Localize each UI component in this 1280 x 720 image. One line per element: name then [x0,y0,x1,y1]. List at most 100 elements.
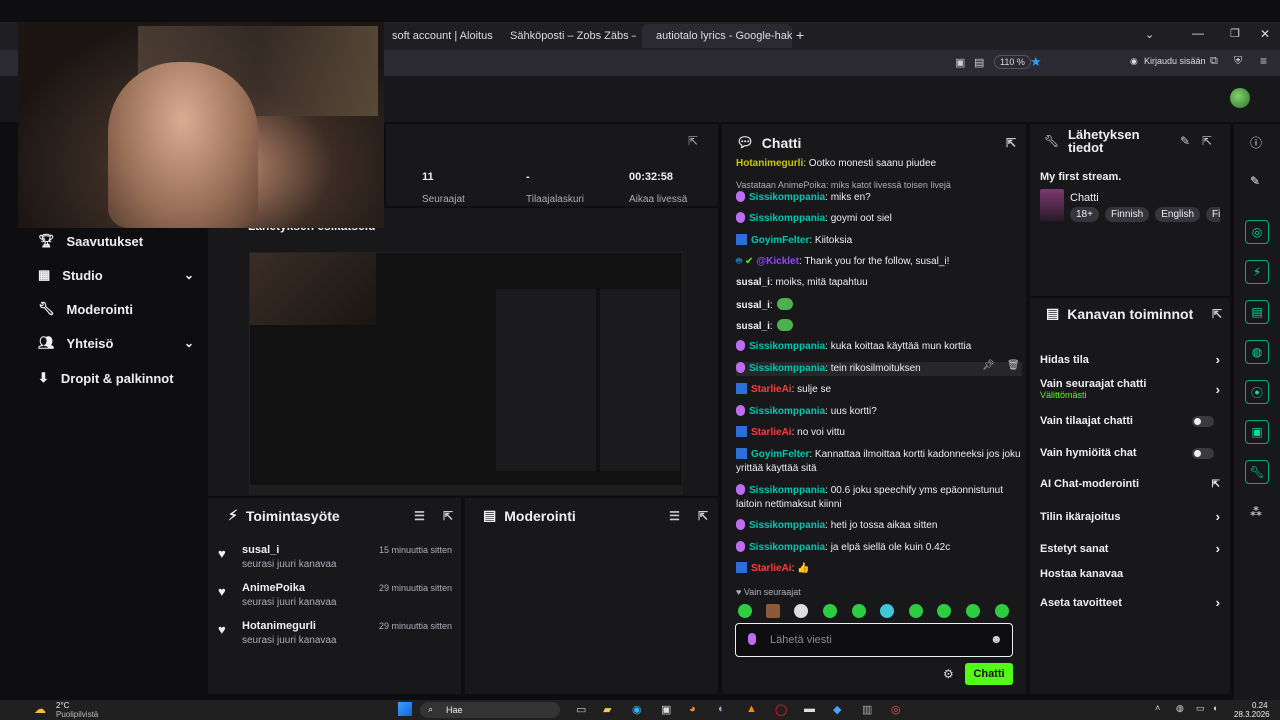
vlc-icon[interactable]: ▲ [746,703,757,715]
category-name[interactable]: Chatti [1070,192,1099,204]
tray-chevron-icon[interactable]: ˄ [1155,703,1160,713]
tag[interactable]: Finnish [1104,207,1150,222]
info-icon[interactable]: ⓘ [1250,134,1262,151]
chat-message[interactable]: StarlieAi: no voi vittu [736,426,1022,440]
opera-icon[interactable]: ◯ [775,703,787,716]
pin-icon[interactable]: 📌︎ [982,360,995,371]
popout-icon[interactable]: ⇱ [698,509,708,523]
action-slow-mode[interactable]: Hidas tila › [1040,352,1220,367]
filter-icon[interactable]: ☰ [669,509,680,523]
chat-message[interactable]: Sissikomppania: uus kortti? [736,405,1022,419]
emote-icon[interactable] [766,604,780,618]
terminal-icon[interactable]: ▬ [804,703,815,715]
zoom-level[interactable]: 110 % [994,55,1031,69]
settings-gear-icon[interactable]: ⚙ [943,667,954,681]
bookmark-star-icon[interactable]: ★ [1030,54,1042,70]
chat-message[interactable]: Sissikomppania: 00.6 joku speechify yms … [736,484,1022,512]
shield-icon[interactable]: ⛨ [1234,55,1242,68]
rail-button-camera-icon[interactable]: ◎ [1245,220,1269,244]
reader-icon[interactable]: ▤ [974,56,984,69]
app-icon[interactable]: ▥ [862,703,872,716]
chat-message[interactable]: Hotanimegurli: Ootko monesti saanu piude… [736,157,1022,171]
emote-icon[interactable] [880,604,894,618]
app-icon[interactable]: ◆ [833,703,841,716]
store-icon[interactable]: ▣ [661,703,671,716]
emote-icon[interactable] [937,604,951,618]
sidebar-item-community[interactable]: 👥︎ Yhteisö ⌄ [38,335,194,351]
network-icon[interactable]: ▭ [1196,703,1205,714]
emote-icon[interactable] [995,604,1009,618]
filter-icon[interactable]: ☰ [414,509,425,523]
popout-icon[interactable]: ⇱ [1006,136,1016,150]
sidebar-item-studio[interactable]: ▦ Studio ⌄ [38,267,194,283]
chat-message[interactable]: StarlieAi: sulje se [736,383,1022,397]
maximize-icon[interactable]: ❐ [1230,27,1240,40]
tag[interactable]: Fi [1206,207,1220,222]
screenshot-icon[interactable]: ▣ [955,56,965,69]
chat-message[interactable]: susal_i: [736,319,1022,334]
subscribers-only-toggle[interactable] [1192,416,1214,427]
popout-icon[interactable]: ⇱ [688,134,698,148]
chat-message[interactable]: Sissikomppania: ja elpä siellä ole kuin … [736,541,1022,555]
rail-button-wrench-icon[interactable]: 🔧︎ [1245,460,1269,484]
chat-message[interactable]: StarlieAi: 👍 [736,562,1022,576]
action-set-goals[interactable]: Aseta tavoitteet › [1040,595,1220,610]
chat-input[interactable]: Lähetä viesti ☻ [735,623,1013,657]
chat-message[interactable]: Sissikomppania: kuka koittaa käyttää mun… [736,340,1022,354]
chat-message[interactable]: GoyimFelter: Kiitoksia [736,234,1022,248]
chat-message[interactable]: Sissikomppania: goymi oot siel [736,212,1022,226]
clock-time[interactable]: 0.24 [1252,701,1268,710]
chat-message[interactable]: Sissikomppania: miks en? [736,191,1022,205]
browser-tab[interactable]: soft account | Aloitus ✕ [384,24,494,48]
weather-temp[interactable]: 2°C [56,701,69,710]
edit-pencil-icon[interactable]: ✎ [1180,134,1190,148]
rail-button-chat-icon[interactable]: ◍ [1245,340,1269,364]
steam-icon[interactable]: ◐ [718,703,725,715]
sidebar-item-achievements[interactable]: 🏆︎ Saavutukset [38,233,194,249]
emote-icon[interactable] [794,604,808,618]
rail-button-broadcast-icon[interactable]: ⦿ [1245,380,1269,404]
rail-button-lightning-icon[interactable]: ⚡︎ [1245,260,1269,284]
edit-pencil-icon[interactable]: ✎ [1250,174,1260,188]
tab-list-icon[interactable]: ⌄ [1145,28,1154,41]
rail-button-channel-icon[interactable]: ▣ [1245,420,1269,444]
taskbar-search[interactable]: ⌕ Hae [420,702,560,718]
sidebar-item-drops[interactable]: ⬇︎ Dropit & palkinnot [38,370,194,386]
trash-icon[interactable]: 🗑︎ [1007,360,1020,371]
emote-icon[interactable] [823,604,837,618]
minimize-icon[interactable]: — [1192,26,1204,40]
file-explorer-icon[interactable]: ▰ [603,703,611,716]
chat-message[interactable]: Sissikomppania: heti jo tossa aikaa sitt… [736,519,1022,533]
sidebar-item-moderation[interactable]: 🔧︎ Moderointi [38,301,194,317]
new-tab-icon[interactable]: + [796,27,804,43]
close-window-icon[interactable]: ✕ [1260,27,1270,41]
tag[interactable]: English [1155,207,1201,222]
menu-icon[interactable]: ≡ [1260,54,1267,68]
avatar[interactable] [1230,88,1250,108]
browser-tab-active[interactable]: autiotalo lyrics - Google-haku ✕ [642,24,792,48]
chat-send-button[interactable]: Chatti [965,663,1013,685]
tag[interactable]: 18+ [1070,207,1099,222]
emote-icon[interactable] [909,604,923,618]
chat-message-hovered[interactable]: Sissikomppania: tein rikosilmoituksen [736,362,1022,376]
extensions-icon[interactable]: ⧉ [1210,55,1218,68]
action-ai-moderation[interactable]: AI Chat-moderointi ⇱ [1040,478,1220,490]
volume-icon[interactable]: ◖ [1212,703,1217,713]
app-icon[interactable]: ◎ [891,703,901,716]
mic-icon[interactable]: ◍ [1176,703,1184,714]
chat-message[interactable]: susal_i: moiks, mitä tapahtuu [736,276,1022,290]
firefox-icon[interactable]: ◕ [689,703,696,715]
action-host-channel[interactable]: Hostaa kanavaa [1040,568,1220,580]
task-view-icon[interactable]: ▭ [576,703,586,716]
emote-only-toggle[interactable] [1192,448,1214,459]
rail-button-document-icon[interactable]: ▤ [1245,300,1269,324]
popout-icon[interactable]: ⇱ [1202,134,1212,148]
chat-message[interactable]: 🤖︎ ✔ @Kicklet: Thank you for the follow, s… [736,255,1022,269]
signin-label[interactable]: Kirjaudu sisään [1144,56,1206,66]
action-age-restriction[interactable]: Tilin ikärajoitus › [1040,509,1220,524]
action-banned-words[interactable]: Estetyt sanat › [1040,541,1220,556]
action-followers-only[interactable]: Vain seuraajat chatti Välittömästi › [1040,378,1220,400]
browser-tab[interactable]: Sähköposti – Zobs Zäbs – Outlo ✕ [496,24,636,48]
emote-icon[interactable] [966,604,980,618]
emote-icon[interactable] [738,604,752,618]
